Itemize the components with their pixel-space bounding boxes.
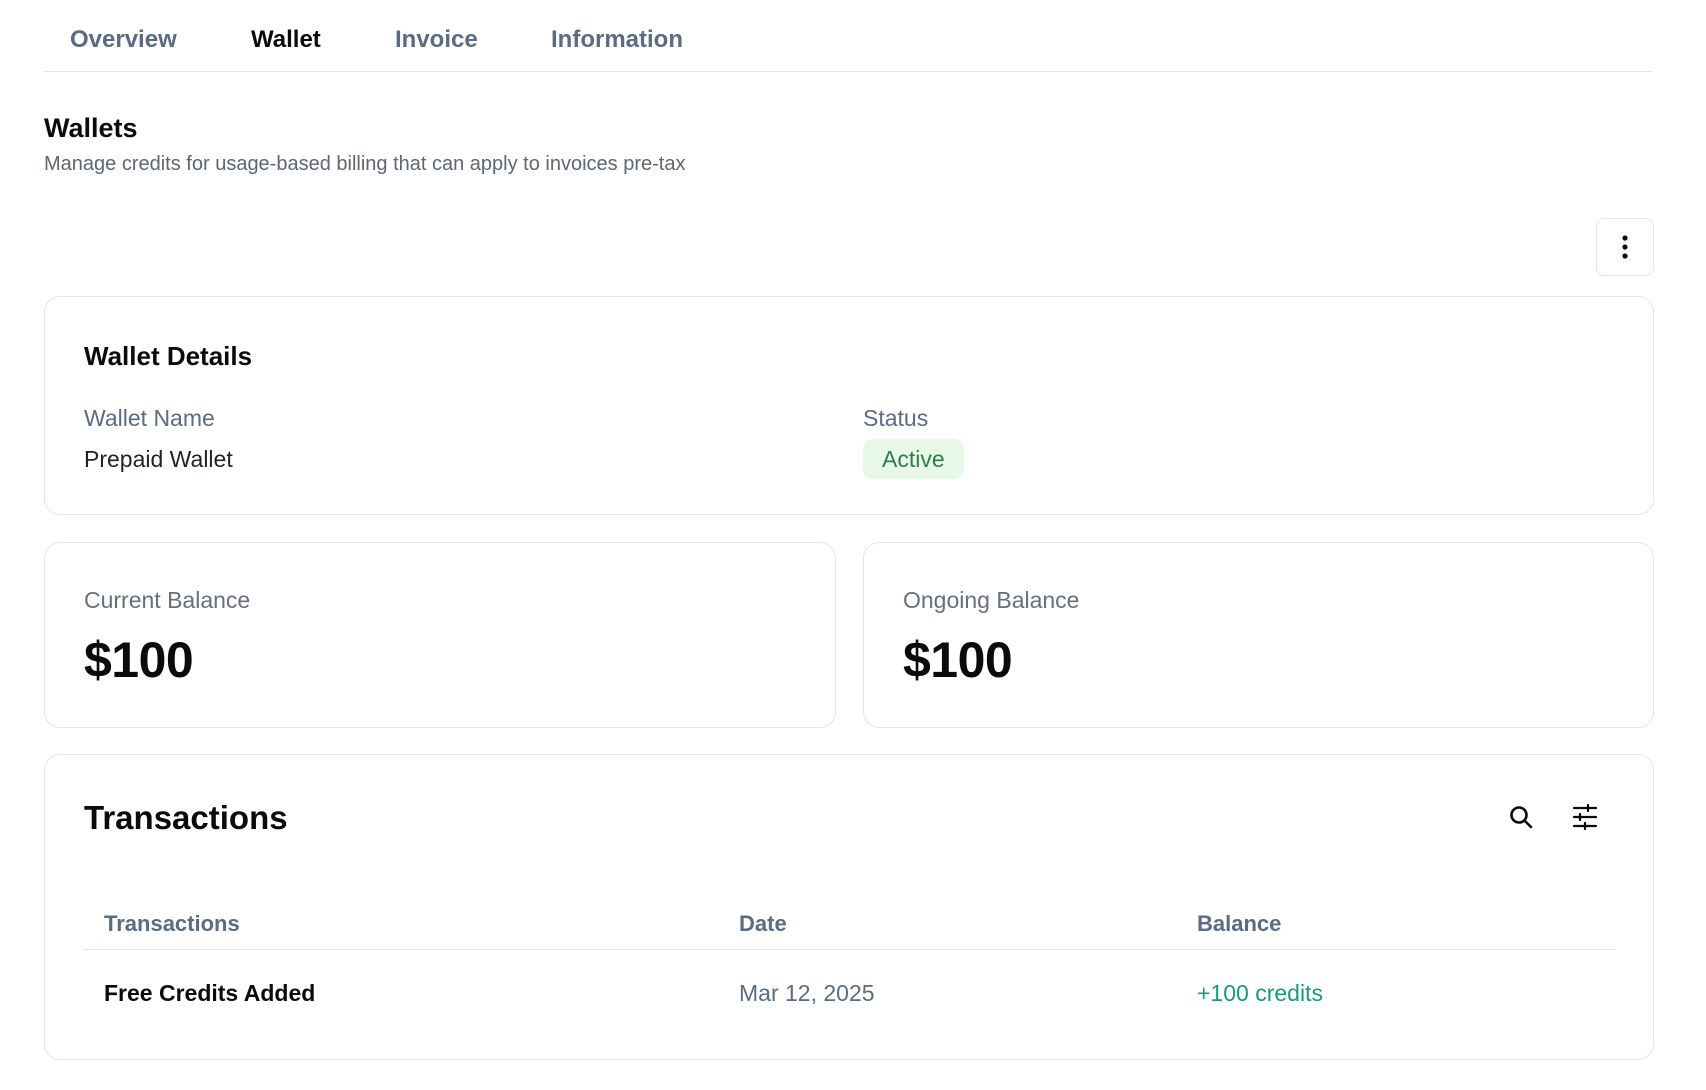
status-badge: Active [863, 439, 964, 479]
ongoing-balance-label: Ongoing Balance [903, 587, 1080, 613]
vertical-dots-icon [1622, 235, 1628, 259]
tab-overview[interactable]: Overview [70, 26, 177, 54]
filter-sliders-icon[interactable] [1572, 804, 1598, 830]
more-options-button[interactable] [1596, 218, 1654, 276]
tab-information[interactable]: Information [551, 26, 683, 54]
tab-invoice[interactable]: Invoice [395, 26, 478, 54]
wallet-name-value: Prepaid Wallet [84, 446, 233, 472]
column-header-balance: Balance [1197, 911, 1282, 936]
search-icon[interactable] [1508, 804, 1534, 830]
transaction-balance: +100 credits [1197, 980, 1323, 1006]
current-balance-label: Current Balance [84, 587, 251, 613]
current-balance-card: Current Balance $100 [44, 542, 836, 728]
ongoing-balance-value: $100 [903, 632, 1013, 688]
ongoing-balance-card: Ongoing Balance $100 [863, 542, 1654, 728]
transactions-title: Transactions [84, 799, 288, 836]
transaction-date: Mar 12, 2025 [739, 980, 875, 1006]
wallet-name-label: Wallet Name [84, 405, 215, 431]
status-label: Status [863, 405, 929, 431]
transactions-table-header: Transactions Date Balance [84, 875, 1616, 950]
transaction-name: Free Credits Added [104, 980, 316, 1006]
tab-bar: Overview Wallet Invoice Information [44, 0, 1652, 72]
page-subtitle: Manage credits for usage-based billing t… [44, 153, 686, 175]
wallet-details-title: Wallet Details [84, 341, 253, 371]
page-title: Wallets [44, 113, 138, 143]
current-balance-value: $100 [84, 632, 194, 688]
tab-wallet[interactable]: Wallet [251, 26, 321, 54]
table-row[interactable]: Free Credits Added Mar 12, 2025 +100 cre… [84, 951, 1616, 1017]
column-header-date: Date [739, 911, 787, 936]
column-header-transactions: Transactions [104, 911, 240, 936]
wallet-details-card: Wallet Details Wallet Name Prepaid Walle… [44, 296, 1654, 515]
transactions-card: Transactions Transactions Date Balance F… [44, 754, 1654, 1060]
